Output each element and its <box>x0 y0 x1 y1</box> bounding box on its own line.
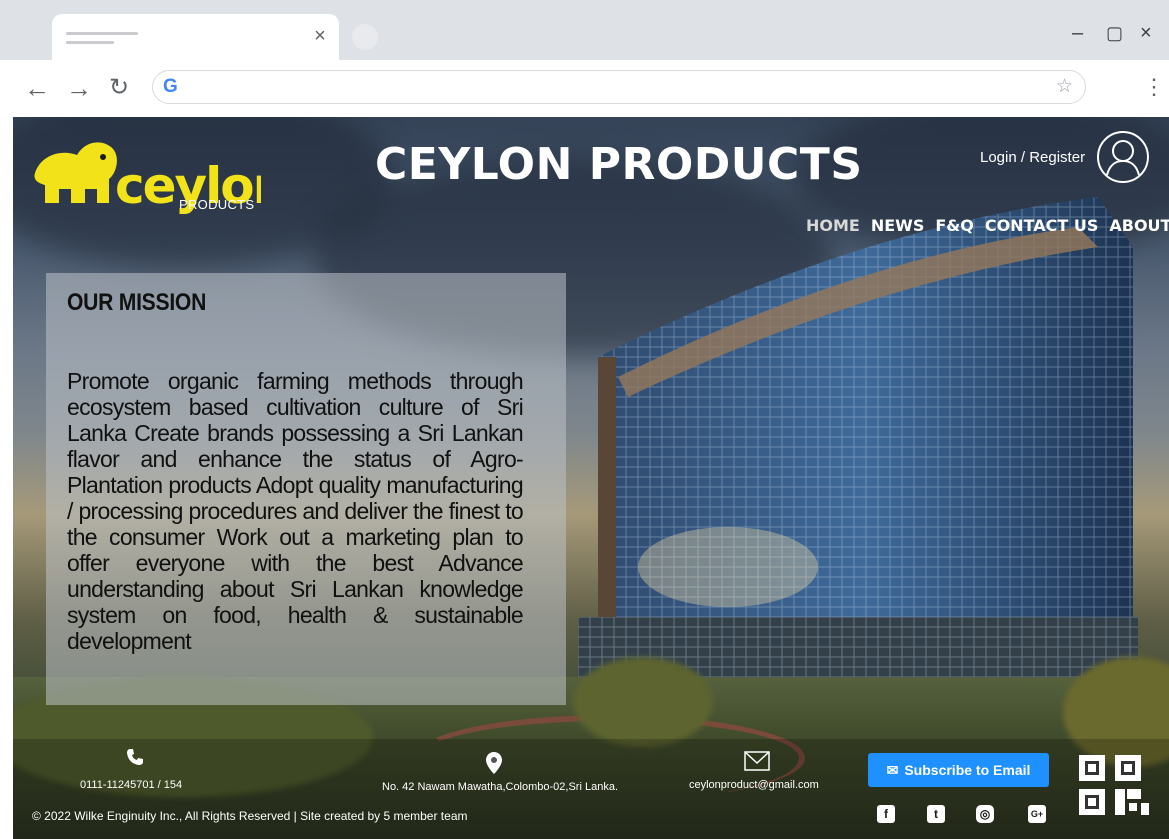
bookmark-star-icon[interactable]: ☆ <box>1056 75 1073 98</box>
subscribe-label: Subscribe to Email <box>904 762 1031 778</box>
site-title: CEYLON PRODUCTS <box>375 139 863 190</box>
tab-strip: × – ▢ × <box>0 0 1169 60</box>
close-tab-icon[interactable]: × <box>307 23 333 49</box>
nav-contact-us[interactable]: CONTACT US <box>985 216 1099 235</box>
footer-phone: 0111-11245701 / 154 <box>80 779 183 791</box>
phone-icon <box>127 749 143 765</box>
nav-news[interactable]: NEWS <box>871 216 925 235</box>
mission-panel: OUR MISSION Promote organic farming meth… <box>46 273 566 705</box>
address-bar[interactable]: G ☆ <box>152 70 1086 104</box>
nav-home[interactable]: HOME <box>806 216 860 235</box>
copyright-text: © 2022 Wilke Enginuity Inc., All Rights … <box>32 809 468 823</box>
footer-email[interactable]: ceylonproduct@gmail.com <box>689 779 819 791</box>
google-icon: G <box>163 76 178 97</box>
facebook-icon[interactable]: f <box>877 805 895 823</box>
back-icon[interactable]: ← <box>22 74 52 102</box>
browser-tab[interactable]: × <box>52 14 339 60</box>
background-trees <box>573 657 713 747</box>
nav-about[interactable]: ABOUT <box>1109 216 1169 235</box>
maximize-icon[interactable]: ▢ <box>1106 22 1123 44</box>
page-hero: ceylon PRODUCTS CEYLON PRODUCTS Login / … <box>13 117 1169 839</box>
google-plus-icon[interactable]: G+ <box>1028 805 1046 823</box>
minimize-icon[interactable]: – <box>1072 22 1083 44</box>
browser-chrome: × – ▢ × ← → ↻ G ☆ ⋮ <box>0 0 1169 117</box>
nav-faq[interactable]: F&Q <box>935 216 973 235</box>
login-register-link[interactable]: Login / Register <box>980 149 1085 166</box>
mission-title: OUR MISSION <box>67 289 207 316</box>
subscribe-email-button[interactable]: ✉ Subscribe to Email <box>868 753 1049 787</box>
tab-title-placeholder <box>66 41 114 44</box>
twitter-icon[interactable]: t <box>927 805 945 823</box>
email-envelope-icon <box>744 751 770 771</box>
new-tab-button[interactable] <box>352 24 378 50</box>
forward-icon[interactable]: → <box>64 74 94 102</box>
envelope-icon: ✉ <box>886 761 899 778</box>
footer-address: No. 42 Nawam Mawatha,Colombo-02,Sri Lank… <box>382 781 619 793</box>
qr-code-icon <box>1079 755 1149 815</box>
logo-subtext: PRODUCTS <box>179 197 255 212</box>
reload-icon[interactable]: ↻ <box>104 74 134 102</box>
user-avatar-icon[interactable] <box>1096 130 1150 184</box>
mission-text: Promote organic farming methods through … <box>67 368 524 654</box>
location-pin-icon <box>486 752 502 774</box>
instagram-icon[interactable]: ◎ <box>976 805 994 823</box>
main-nav: HOME NEWS F&Q CONTACT US ABOUT <box>806 216 1169 235</box>
browser-menu-icon[interactable]: ⋮ <box>1143 74 1165 100</box>
close-window-icon[interactable]: × <box>1140 22 1152 44</box>
tab-title-placeholder <box>66 32 138 35</box>
